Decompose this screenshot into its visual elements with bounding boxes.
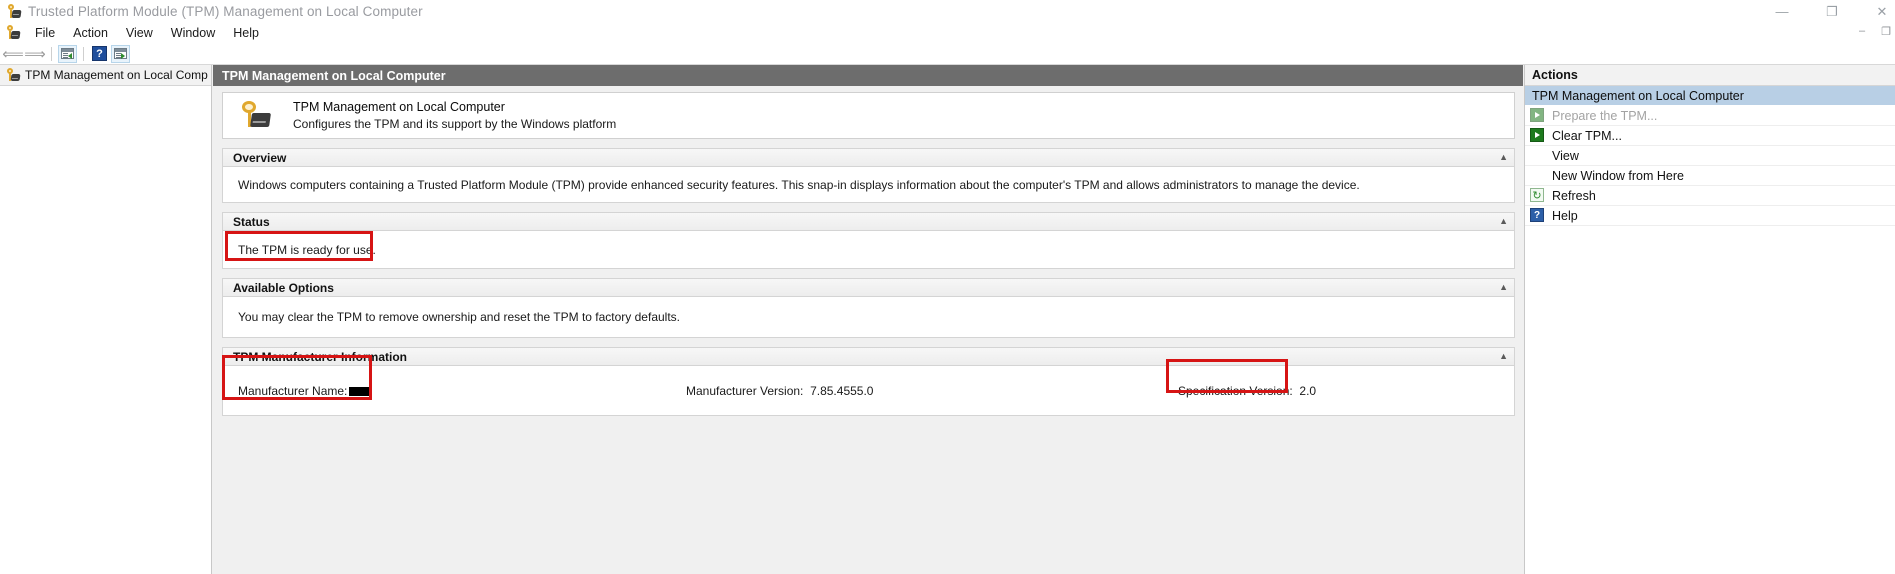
center-pane-title: TPM Management on Local Computer (213, 65, 1523, 86)
window-title: Trusted Platform Module (TPM) Management… (28, 4, 423, 19)
window-controls: — ❐ ✕ (1775, 0, 1889, 23)
hero-title: TPM Management on Local Computer (293, 99, 505, 114)
back-icon[interactable]: ⟸ (2, 45, 24, 63)
status-value: The TPM is ready for use. (222, 231, 1515, 269)
action-label: Refresh (1552, 188, 1596, 203)
actions-group-title[interactable]: TPM Management on Local Computer (1525, 86, 1895, 106)
action-label: Clear TPM... (1552, 128, 1622, 143)
mdi-restore-button[interactable]: ❐ (1881, 25, 1891, 38)
specification-version-value: 2.0 (1299, 384, 1317, 398)
close-button[interactable]: ✕ (1875, 5, 1889, 18)
menu-bar: File Action View Window Help – ❐ (0, 23, 1895, 43)
chevron-up-icon[interactable]: ▲ (1499, 217, 1508, 226)
action-label: Help (1552, 208, 1578, 223)
section-overview-body: Windows computers containing a Trusted P… (222, 167, 1515, 203)
menu-item-help[interactable]: Help (224, 24, 268, 42)
tpm-key-icon (4, 24, 21, 41)
manufacturer-version-label: Manufacturer Version: (686, 384, 804, 398)
chevron-up-icon[interactable]: ▲ (1499, 153, 1508, 162)
section-overview: Overview ▲ Windows computers containing … (222, 148, 1515, 203)
tpm-key-icon (237, 101, 271, 131)
specification-version-label: Specification Version: (1178, 384, 1293, 398)
section-available-options: Available Options ▲ You may clear the TP… (222, 278, 1515, 338)
specification-version-field: Specification Version: 2.0 (1178, 384, 1316, 398)
forward-icon[interactable]: ⟹ (24, 45, 46, 63)
actions-pane-header: Actions (1525, 65, 1895, 86)
section-available-options-body: You may clear the TPM to remove ownershi… (222, 297, 1515, 338)
console-tree-pane: TPM Management on Local Comp (0, 65, 212, 574)
section-available-options-title: Available Options (233, 280, 334, 295)
section-available-options-header[interactable]: Available Options ▲ (222, 278, 1515, 297)
mdi-minimize-button[interactable]: – (1859, 25, 1865, 38)
action-label: Prepare the TPM... (1552, 108, 1658, 123)
chevron-up-icon[interactable]: ▲ (1499, 352, 1508, 361)
toolbar-separator (51, 46, 52, 61)
no-icon (1530, 148, 1545, 163)
center-pane-body: TPM Management on Local Computer Configu… (213, 86, 1523, 574)
hero-banner: TPM Management on Local Computer Configu… (222, 92, 1515, 139)
green-arrow-icon (1530, 108, 1545, 123)
tree-node-label: TPM Management on Local Comp (25, 68, 208, 82)
section-manufacturer-title: TPM Manufacturer Information (233, 349, 408, 364)
action-view[interactable]: View (1525, 146, 1895, 166)
section-status: Status ▲ The TPM is ready for use. (222, 212, 1515, 269)
green-arrow-icon (1530, 128, 1545, 143)
action-pane-icon[interactable] (111, 44, 130, 63)
section-manufacturer-body: Manufacturer Name: Manufacturer Version:… (222, 366, 1515, 416)
action-clear-tpm[interactable]: Clear TPM... (1525, 126, 1895, 146)
no-icon (1530, 168, 1545, 183)
toolbar: ⟸ ⟹ ? (0, 43, 1895, 65)
manufacturer-name-redaction (349, 387, 372, 396)
main-body: TPM Management on Local Comp TPM Managem… (0, 65, 1895, 574)
tpm-management-window: Trusted Platform Module (TPM) Management… (0, 0, 1895, 574)
menu-item-action[interactable]: Action (64, 24, 117, 42)
action-label: New Window from Here (1552, 168, 1684, 183)
chevron-up-icon[interactable]: ▲ (1499, 283, 1508, 292)
console-tree-icon[interactable] (58, 44, 77, 63)
tpm-key-icon (5, 3, 22, 20)
action-label: View (1552, 148, 1579, 163)
action-help[interactable]: ? Help (1525, 206, 1895, 226)
action-new-window-from-here[interactable]: New Window from Here (1525, 166, 1895, 186)
help-icon: ? (1530, 208, 1545, 223)
action-prepare-the-tpm[interactable]: Prepare the TPM... (1525, 106, 1895, 126)
manufacturer-name-label: Manufacturer Name: (238, 384, 348, 398)
section-overview-header[interactable]: Overview ▲ (222, 148, 1515, 167)
toolbar-separator (83, 46, 84, 61)
actions-pane: Actions TPM Management on Local Computer… (1524, 65, 1895, 574)
minimize-button[interactable]: — (1775, 5, 1789, 18)
manufacturer-version-value: 7.85.4555.0 (810, 384, 874, 398)
mdi-child-window-controls: – ❐ (1859, 25, 1891, 38)
section-status-title: Status (233, 214, 270, 229)
refresh-icon: ↻ (1530, 188, 1545, 203)
manufacturer-version-field: Manufacturer Version: 7.85.4555.0 (686, 384, 873, 398)
restore-button[interactable]: ❐ (1825, 5, 1839, 18)
menu-item-view[interactable]: View (117, 24, 162, 42)
section-overview-title: Overview (233, 150, 287, 165)
section-manufacturer-header[interactable]: TPM Manufacturer Information ▲ (222, 347, 1515, 366)
menu-item-file[interactable]: File (26, 24, 64, 42)
tree-node-root[interactable]: TPM Management on Local Comp (0, 65, 211, 86)
hero-subtitle: Configures the TPM and its support by th… (293, 116, 617, 131)
section-tpm-manufacturer-information: TPM Manufacturer Information ▲ Manufactu… (222, 347, 1515, 416)
center-pane: TPM Management on Local Computer TPM Man… (213, 65, 1523, 574)
section-status-header[interactable]: Status ▲ (222, 212, 1515, 231)
tpm-node-icon (4, 67, 21, 83)
title-bar: Trusted Platform Module (TPM) Management… (0, 0, 1895, 23)
help-icon[interactable]: ? (90, 45, 109, 63)
manufacturer-name-field: Manufacturer Name: (238, 384, 372, 398)
menu-item-window[interactable]: Window (162, 24, 224, 42)
action-refresh[interactable]: ↻ Refresh (1525, 186, 1895, 206)
